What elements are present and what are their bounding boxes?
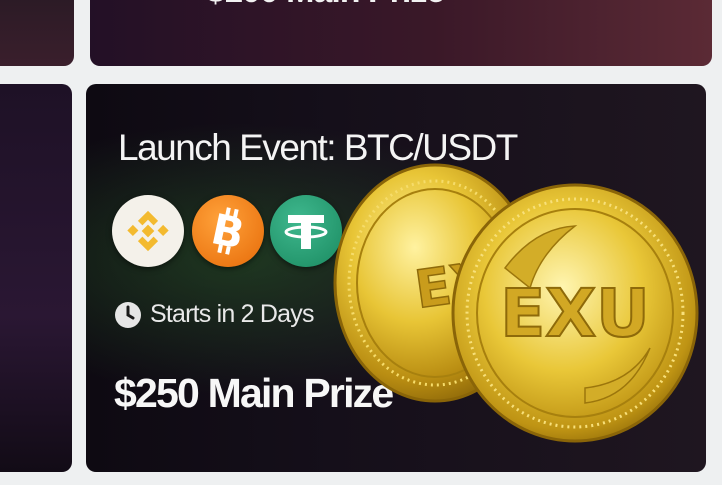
card-top-event[interactable]: $100 Main Prize xyxy=(90,0,712,66)
binance-icon xyxy=(112,195,184,267)
top-card-prize-text: $100 Main Prize xyxy=(206,0,445,11)
card-left-event[interactable] xyxy=(0,84,72,472)
starts-text: Starts in 2 Days xyxy=(150,300,314,328)
gold-coin-front: EXU xyxy=(451,183,699,443)
event-start-info: Starts in 2 Days xyxy=(114,300,314,329)
coin-label-front: EXU xyxy=(500,275,650,352)
card-top-left[interactable] xyxy=(0,0,74,66)
gold-coins-image: EXU EXU xyxy=(333,163,699,443)
bitcoin-icon: B xyxy=(192,195,264,267)
clock-icon xyxy=(115,301,141,328)
